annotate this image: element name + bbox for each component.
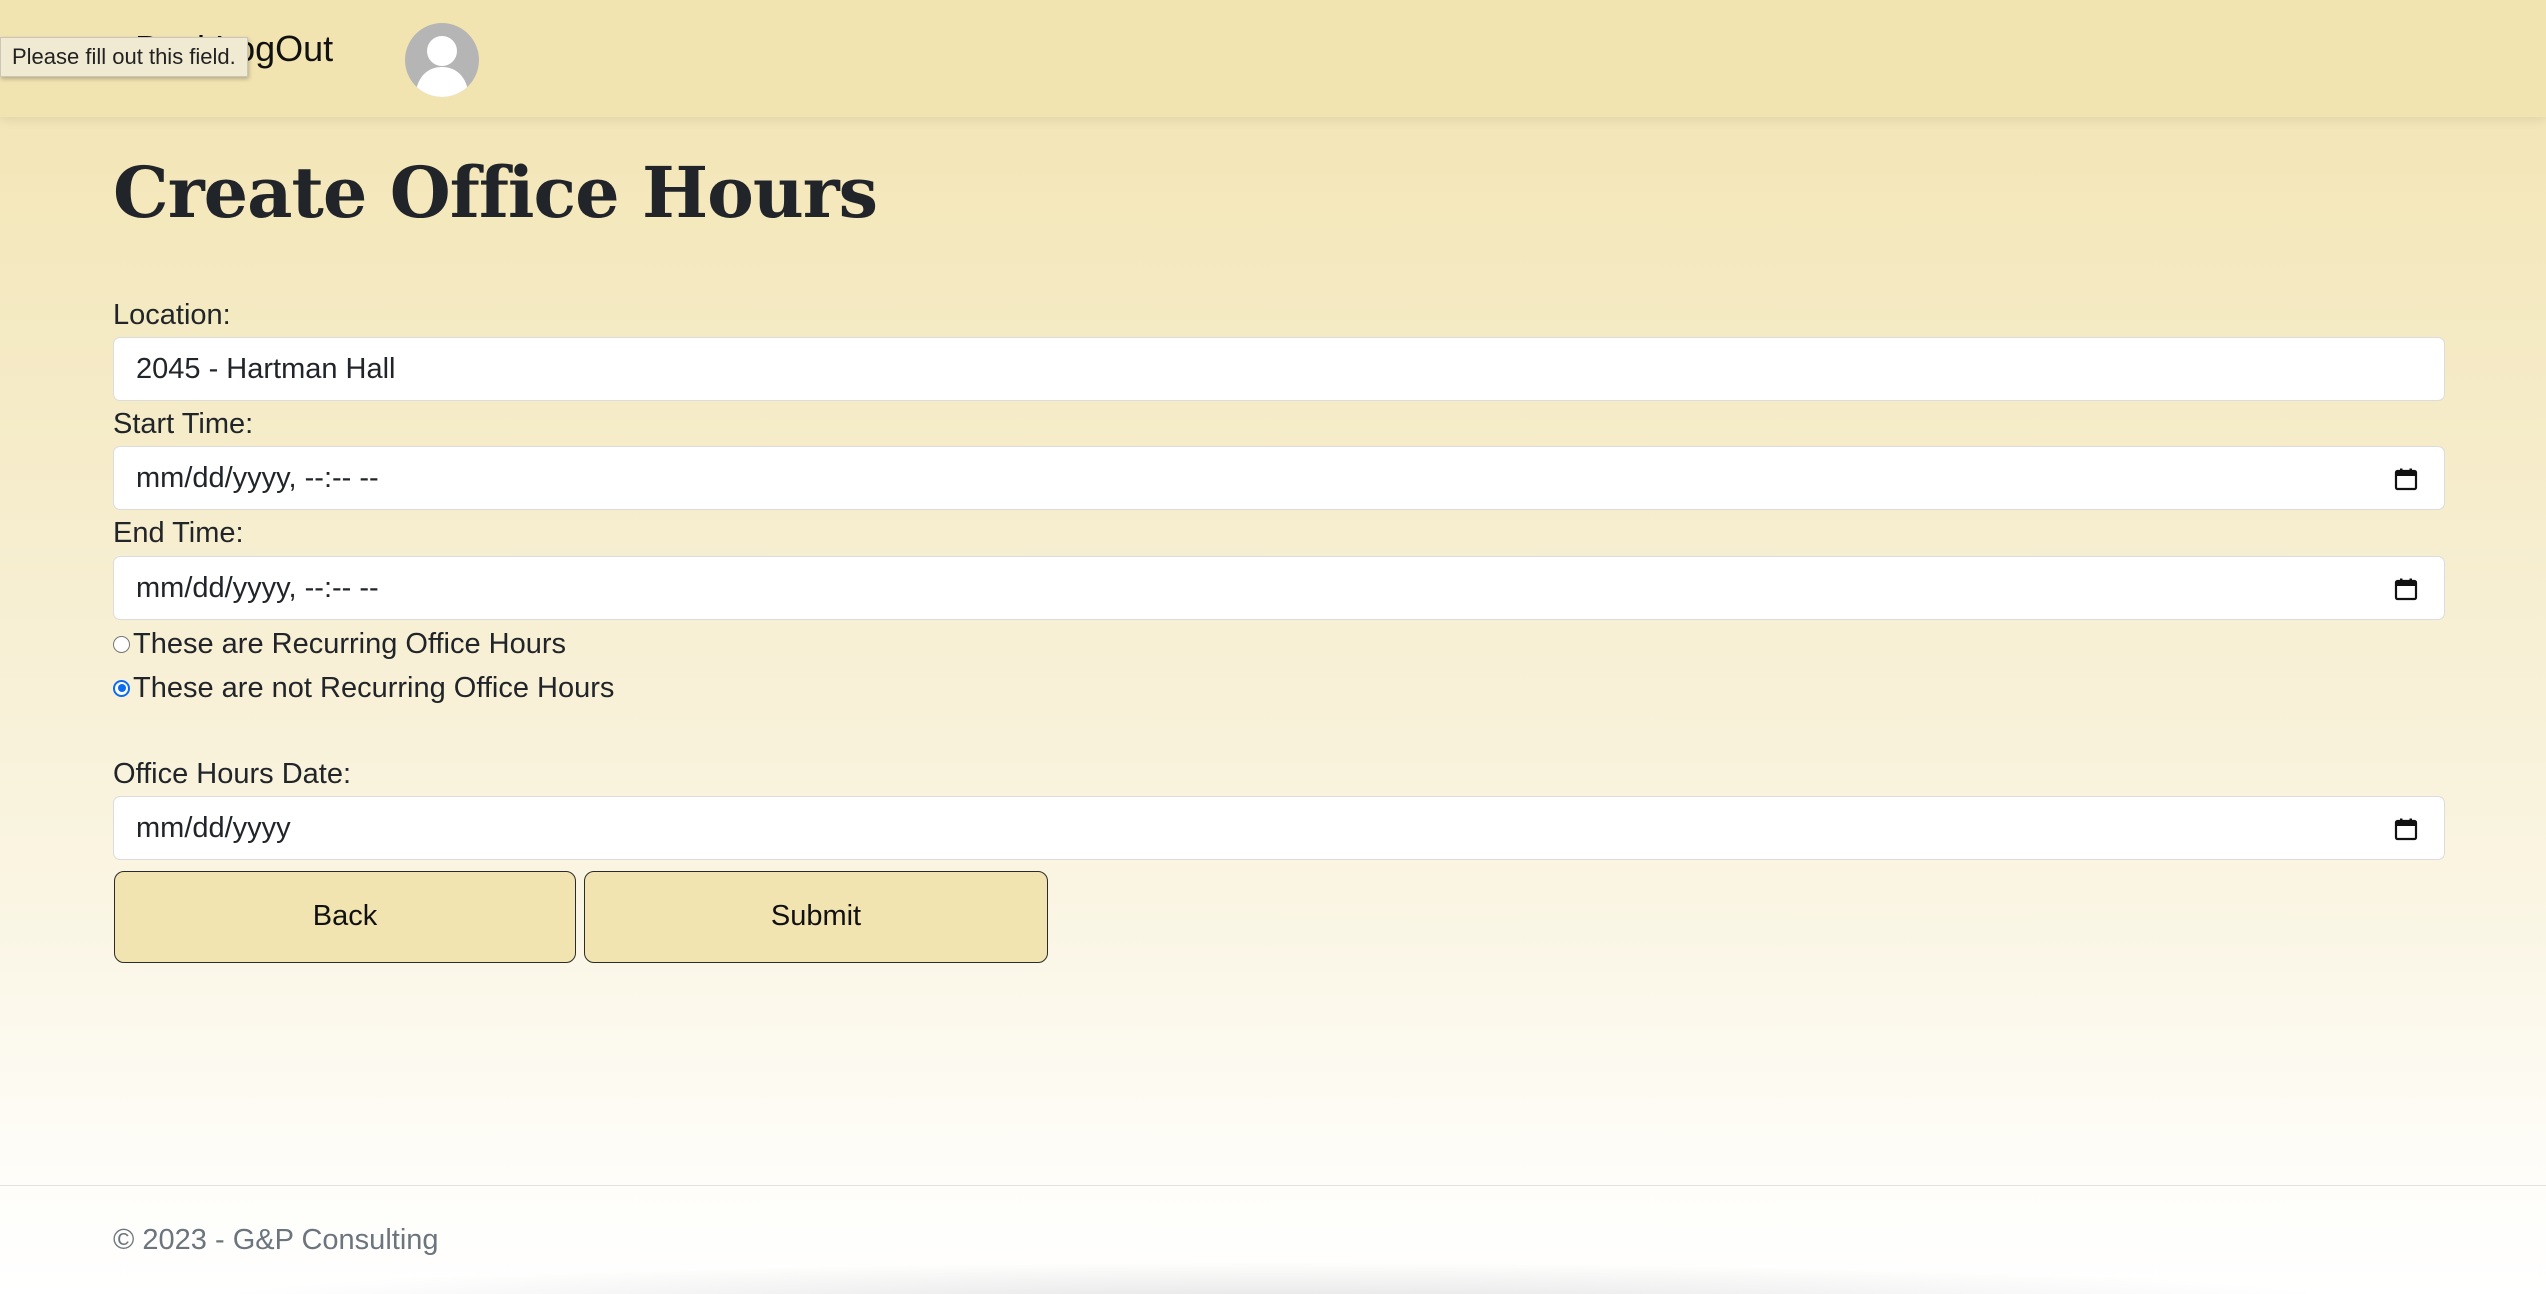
end-time-label: End Time: bbox=[113, 517, 244, 549]
office-hours-date-input[interactable]: mm/dd/yyyy bbox=[113, 796, 2445, 860]
submit-button[interactable]: Submit bbox=[584, 871, 1048, 963]
end-time-placeholder: mm/dd/yyyy, --:-- -- bbox=[136, 572, 379, 604]
end-time-input[interactable]: mm/dd/yyyy, --:-- -- bbox=[113, 556, 2445, 620]
avatar[interactable] bbox=[405, 23, 479, 97]
page-title: Create Office Hours bbox=[113, 151, 878, 234]
calendar-icon[interactable] bbox=[2394, 577, 2418, 601]
radio-not-recurring-row[interactable]: These are not Recurring Office Hours bbox=[113, 670, 614, 706]
calendar-icon[interactable] bbox=[2394, 817, 2418, 841]
radio-recurring-label: These are Recurring Office Hours bbox=[133, 628, 567, 660]
location-value: 2045 - Hartman Hall bbox=[136, 353, 396, 385]
validation-tooltip: Please fill out this field. bbox=[0, 37, 248, 77]
location-select[interactable]: 2045 - Hartman Hall bbox=[113, 337, 2445, 401]
bottom-shadow bbox=[0, 1254, 2546, 1294]
office-hours-date-label: Office Hours Date: bbox=[113, 758, 352, 790]
location-label: Location: bbox=[113, 299, 231, 331]
back-button[interactable]: Back bbox=[114, 871, 576, 963]
radio-recurring-row[interactable]: These are Recurring Office Hours bbox=[113, 626, 566, 662]
office-hours-date-placeholder: mm/dd/yyyy bbox=[136, 812, 291, 844]
user-avatar-icon bbox=[415, 36, 469, 97]
radio-not-recurring-label: These are not Recurring Office Hours bbox=[133, 672, 615, 704]
footer-divider bbox=[0, 1185, 2546, 1186]
footer-copyright: © 2023 - G&P Consulting bbox=[113, 1224, 439, 1256]
radio-recurring[interactable] bbox=[113, 635, 130, 653]
calendar-icon[interactable] bbox=[2394, 467, 2418, 491]
top-navbar: Back LogOut bbox=[0, 0, 2546, 117]
start-time-input[interactable]: mm/dd/yyyy, --:-- -- bbox=[113, 446, 2445, 510]
start-time-placeholder: mm/dd/yyyy, --:-- -- bbox=[136, 462, 379, 494]
start-time-label: Start Time: bbox=[113, 408, 254, 440]
radio-not-recurring[interactable] bbox=[113, 679, 130, 697]
